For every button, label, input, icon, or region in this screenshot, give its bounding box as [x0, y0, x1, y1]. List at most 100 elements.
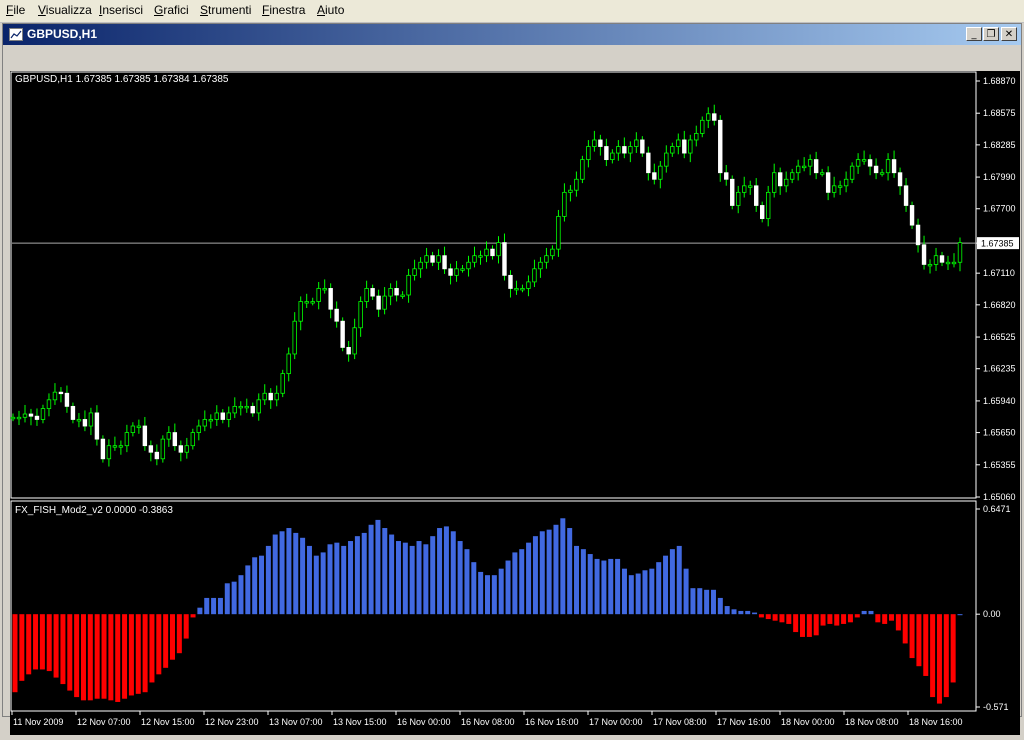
- candle-body: [484, 248, 489, 257]
- histogram-bar: [53, 614, 59, 678]
- candle-body: [538, 261, 543, 270]
- histogram-bar: [608, 558, 614, 615]
- menu-tools[interactable]: Strumenti: [200, 3, 251, 17]
- candle-body: [136, 425, 142, 428]
- candle-body: [46, 399, 52, 409]
- histogram-bar: [19, 614, 25, 681]
- histogram-bar: [868, 610, 874, 615]
- candle-body: [897, 172, 903, 187]
- histogram-bar: [204, 597, 210, 615]
- histogram-bar: [936, 614, 942, 704]
- histogram-bar: [574, 545, 580, 615]
- candle-body: [670, 146, 675, 154]
- chart-window-icon: [9, 28, 23, 41]
- candle-body: [891, 159, 897, 174]
- candle-body: [94, 412, 100, 440]
- menu-charts[interactable]: Grafici: [154, 3, 189, 17]
- candle-body: [160, 438, 166, 460]
- candle-body: [214, 412, 219, 420]
- candle-body: [580, 159, 585, 180]
- candle-body: [819, 172, 825, 175]
- menu-help[interactable]: Aiuto: [317, 3, 344, 17]
- histogram-bar: [889, 614, 895, 621]
- histogram-bar: [293, 532, 299, 615]
- time-tick-label: 12 Nov 23:00: [205, 717, 259, 727]
- candle-body: [825, 172, 831, 193]
- candle-body: [843, 178, 849, 187]
- histogram-bar: [33, 614, 39, 670]
- candle-body: [280, 373, 285, 394]
- histogram-bar: [437, 528, 443, 615]
- candle-body: [148, 445, 154, 453]
- histogram-bar: [943, 614, 949, 698]
- histogram-bar: [46, 614, 52, 672]
- price-tick-label: 1.66820: [983, 300, 1016, 310]
- histogram-bar: [621, 568, 627, 615]
- candle-body: [310, 301, 315, 304]
- time-tick-label: 16 Nov 16:00: [525, 717, 579, 727]
- histogram-bar: [635, 573, 641, 615]
- restore-button[interactable]: ❐: [983, 27, 999, 41]
- menu-view[interactable]: Visualizza: [38, 3, 92, 17]
- candle-body: [232, 405, 237, 414]
- histogram-bar: [87, 614, 93, 701]
- price-tick-label: 1.67990: [983, 172, 1016, 182]
- candle-body: [933, 255, 939, 265]
- candle-body: [268, 392, 273, 401]
- candle-body: [658, 165, 663, 180]
- histogram-bar: [567, 528, 573, 615]
- histogram-bar: [491, 575, 497, 615]
- candle-body: [184, 445, 190, 453]
- histogram-bar: [731, 609, 737, 615]
- menu-window[interactable]: Finestra: [262, 3, 305, 17]
- histogram-bar: [39, 614, 45, 670]
- histogram-bar: [498, 568, 504, 615]
- candle-body: [861, 159, 867, 162]
- histogram-bar: [902, 614, 908, 644]
- chart-canvas[interactable]: GBPUSD,H1 1.67385 1.67385 1.67384 1.6738…: [10, 71, 1020, 735]
- candle-body: [10, 416, 16, 420]
- menu-insert[interactable]: Inserisci: [99, 3, 143, 17]
- histogram-bar: [882, 614, 888, 624]
- histogram-bar: [416, 541, 422, 615]
- candle-body: [382, 295, 387, 310]
- close-button[interactable]: ✕: [1001, 27, 1017, 41]
- histogram-bar: [710, 589, 716, 615]
- histogram-bar: [615, 558, 621, 615]
- candle-body: [598, 139, 603, 147]
- candle-body: [220, 412, 225, 420]
- candle-body: [238, 405, 243, 409]
- candle-body: [945, 261, 951, 265]
- candle-body: [472, 255, 477, 263]
- minimize-button[interactable]: _: [966, 27, 982, 41]
- histogram-bar: [313, 555, 319, 615]
- histogram-bar: [758, 614, 764, 618]
- candle-body: [742, 185, 747, 193]
- candle-body: [466, 261, 471, 270]
- candle-body: [688, 139, 693, 154]
- candle-body: [616, 146, 621, 154]
- candle-body: [16, 416, 22, 420]
- histogram-bar: [245, 565, 251, 615]
- candle-body: [646, 152, 651, 174]
- candle-body: [694, 133, 699, 141]
- histogram-bar: [122, 614, 128, 699]
- candle-body: [142, 425, 148, 447]
- menu-file[interactable]: File: [6, 3, 25, 17]
- candle-body: [40, 408, 46, 420]
- candle-body: [760, 205, 765, 219]
- histogram-bar: [841, 614, 847, 624]
- candle-body: [346, 347, 351, 355]
- histogram-bar: [957, 614, 963, 616]
- histogram-bar: [361, 532, 367, 615]
- candle-body: [634, 139, 639, 147]
- candle-body: [112, 445, 118, 448]
- window-titlebar[interactable]: GBPUSD,H1 _ ❐ ✕: [3, 24, 1021, 45]
- candle-body: [550, 248, 555, 257]
- candle-body: [724, 172, 729, 180]
- histogram-bar: [820, 614, 826, 626]
- histogram-bar: [176, 614, 182, 654]
- candle-body: [28, 413, 34, 417]
- histogram-bar: [348, 541, 354, 615]
- time-tick-label: 13 Nov 15:00: [333, 717, 387, 727]
